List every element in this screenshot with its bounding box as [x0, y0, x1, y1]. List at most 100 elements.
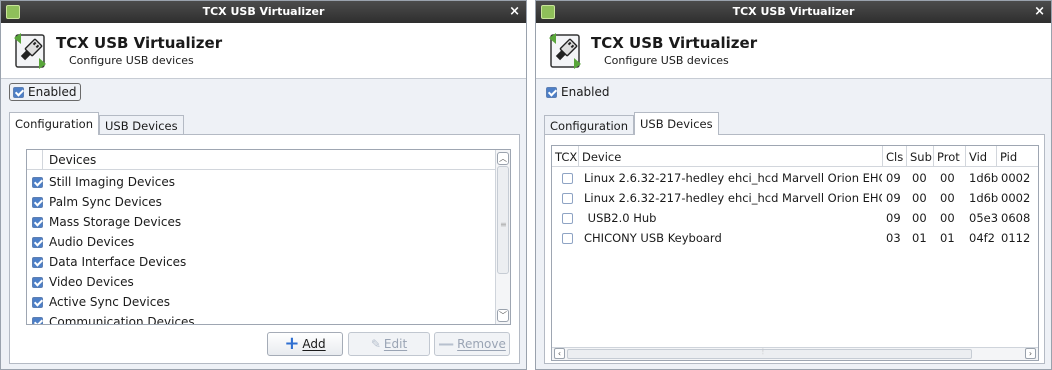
- list-item[interactable]: Mass Storage Devices: [32, 212, 181, 232]
- column-header-cls[interactable]: Cls: [883, 146, 907, 167]
- cell-prot: 00: [940, 171, 955, 185]
- checkbox-icon[interactable]: [32, 216, 43, 228]
- cell-sub: 00: [912, 191, 927, 205]
- cell-pid: 0112: [1001, 231, 1031, 245]
- checkbox-icon[interactable]: [32, 236, 43, 248]
- cell-prot: 00: [940, 211, 955, 225]
- tab-usb-devices[interactable]: USB Devices: [99, 115, 184, 135]
- list-item[interactable]: Still Imaging Devices: [32, 172, 175, 192]
- tab-bar: Configuration USB Devices: [544, 112, 719, 135]
- cell-prot: 01: [940, 231, 955, 245]
- title-bar[interactable]: TCX USB Virtualizer ×: [1, 1, 526, 23]
- list-item-label: Data Interface Devices: [49, 255, 187, 269]
- column-header-pid[interactable]: Pid: [997, 146, 1038, 167]
- vertical-scrollbar[interactable]: ︿ ≡ ﹀: [495, 150, 510, 324]
- cell-prot: 00: [940, 191, 955, 205]
- checkbox-icon[interactable]: [32, 176, 43, 188]
- checkbox-icon[interactable]: [562, 173, 573, 184]
- window-usb-devices: TCX USB Virtualizer × TCX USB Virtualize…: [535, 0, 1052, 370]
- checkbox-icon: [546, 86, 557, 98]
- cell-sub: 01: [912, 231, 927, 245]
- dialog-header: TCX USB Virtualizer Configure USB device…: [536, 23, 1051, 79]
- checkbox-icon[interactable]: [562, 213, 573, 224]
- scroll-up-icon[interactable]: ︿: [497, 152, 509, 165]
- usb-devices-panel: TCX Device Cls Sub Prot Vid Pid Linux 2.…: [544, 134, 1045, 364]
- tab-bar: Configuration USB Devices: [9, 112, 184, 135]
- enabled-checkbox[interactable]: Enabled: [546, 83, 610, 101]
- usb-plug-icon: [14, 33, 46, 69]
- header-title: TCX USB Virtualizer: [591, 34, 758, 52]
- list-item-label: Mass Storage Devices: [49, 215, 182, 229]
- column-header-device[interactable]: Device: [579, 146, 883, 167]
- enabled-checkbox[interactable]: Enabled: [9, 83, 81, 101]
- list-item[interactable]: Communication Devices: [32, 312, 195, 324]
- window-title: TCX USB Virtualizer: [202, 5, 325, 18]
- usb-devices-table[interactable]: TCX Device Cls Sub Prot Vid Pid Linux 2.…: [551, 145, 1039, 361]
- tab-configuration[interactable]: Configuration: [9, 112, 99, 135]
- devices-list-header: Devices: [27, 150, 495, 170]
- remove-button[interactable]: — Remove: [434, 332, 510, 356]
- window-configuration: TCX USB Virtualizer × TCX USB Virtualize…: [0, 0, 527, 370]
- edit-button-label: Edit: [383, 337, 408, 351]
- cell-pid: 0608: [1001, 211, 1031, 225]
- cell-pid: 0002: [1001, 191, 1031, 205]
- window-title: TCX USB Virtualizer: [732, 5, 855, 18]
- remove-button-label: Remove: [457, 337, 506, 351]
- tab-configuration[interactable]: Configuration: [544, 115, 634, 135]
- header-title: TCX USB Virtualizer: [56, 34, 223, 52]
- scroll-right-icon[interactable]: ›: [1025, 348, 1036, 359]
- tab-usb-devices[interactable]: USB Devices: [634, 112, 719, 135]
- horizontal-scrollbar[interactable]: ‹ ⦙ ›: [552, 347, 1038, 360]
- column-header-tcx[interactable]: TCX: [552, 146, 579, 167]
- cell-vid: 1d6b: [969, 191, 999, 205]
- list-item[interactable]: Video Devices: [32, 272, 134, 292]
- checkbox-icon[interactable]: [32, 296, 43, 308]
- list-item-label: Active Sync Devices: [49, 295, 170, 309]
- add-button[interactable]: + Add: [267, 332, 343, 356]
- cell-cls: 09: [886, 211, 901, 225]
- checkbox-icon[interactable]: [32, 196, 43, 208]
- add-button-label: Add: [302, 337, 326, 351]
- table-row[interactable]: Linux 2.6.32-217-hedley ehci_hcd Marvell…: [552, 168, 1038, 188]
- cell-vid: 1d6b: [969, 171, 999, 185]
- column-header-vid[interactable]: Vid: [966, 146, 997, 167]
- devices-list[interactable]: Devices Still Imaging Devices Palm Sync …: [26, 149, 511, 325]
- title-bar[interactable]: TCX USB Virtualizer ×: [536, 1, 1051, 23]
- cell-cls: 09: [886, 171, 901, 185]
- header-subtitle: Configure USB devices: [604, 54, 729, 67]
- checkbox-icon[interactable]: [32, 276, 43, 288]
- close-icon[interactable]: ×: [509, 4, 520, 19]
- enabled-label: Enabled: [28, 85, 77, 99]
- column-header-prot[interactable]: Prot: [934, 146, 966, 167]
- grip-icon: ⦙: [762, 347, 764, 356]
- table-row[interactable]: CHICONY USB Keyboard 03 01 01 04f2 0112: [552, 228, 1038, 248]
- checkbox-icon[interactable]: [32, 256, 43, 268]
- scroll-thumb[interactable]: [567, 349, 972, 359]
- cell-cls: 09: [886, 191, 901, 205]
- list-item[interactable]: Data Interface Devices: [32, 252, 186, 272]
- scroll-down-icon[interactable]: ﹀: [497, 309, 509, 322]
- cell-cls: 03: [886, 231, 901, 245]
- close-icon[interactable]: ×: [1034, 4, 1045, 19]
- checkbox-icon[interactable]: [562, 233, 573, 244]
- cell-device: Linux 2.6.32-217-hedley ehci_hcd Marvell…: [584, 171, 882, 185]
- checkbox-icon[interactable]: [562, 193, 573, 204]
- cell-vid: 04f2: [969, 231, 995, 245]
- table-row[interactable]: Linux 2.6.32-217-hedley ehci_hcd Marvell…: [552, 188, 1038, 208]
- table-row[interactable]: USB2.0 Hub 09 00 00 05e3 0608: [552, 208, 1038, 228]
- list-item[interactable]: Active Sync Devices: [32, 292, 170, 312]
- configuration-panel: Devices Still Imaging Devices Palm Sync …: [9, 134, 520, 364]
- scroll-left-icon[interactable]: ‹: [554, 348, 565, 359]
- edit-button[interactable]: ✎ Edit: [348, 332, 430, 356]
- edit-icon: ✎: [370, 337, 381, 351]
- list-item[interactable]: Audio Devices: [32, 232, 134, 252]
- list-item[interactable]: Palm Sync Devices: [32, 192, 162, 212]
- cell-sub: 00: [912, 171, 927, 185]
- devices-column-header[interactable]: Devices: [49, 153, 96, 167]
- cell-device: CHICONY USB Keyboard: [584, 231, 722, 245]
- checkbox-icon[interactable]: [32, 316, 43, 324]
- column-header-sub[interactable]: Sub: [907, 146, 934, 167]
- grip-icon: ≡: [500, 220, 507, 229]
- dialog-header: TCX USB Virtualizer Configure USB device…: [1, 23, 526, 79]
- header-subtitle: Configure USB devices: [69, 54, 194, 67]
